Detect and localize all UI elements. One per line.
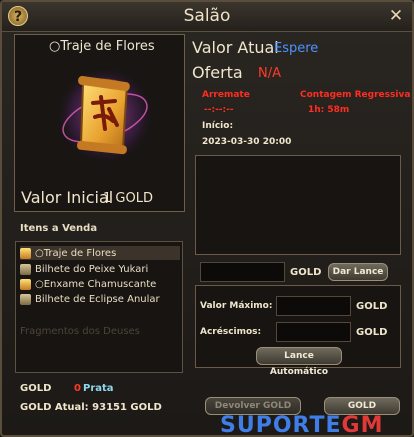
ticket-icon	[20, 293, 31, 305]
item-name: ○Traje de Flores	[49, 39, 155, 54]
bid-input[interactable]	[200, 262, 285, 282]
inicio-label: Início:	[202, 121, 234, 131]
oferta-value: N/A	[258, 66, 281, 81]
list-item-label: ○Enxame Chamuscante	[35, 278, 157, 290]
item-preview-panel: ○Traje de Flores Valor Inicial 1 GOLD	[14, 34, 185, 212]
oferta-label: Oferta	[192, 63, 243, 82]
arremate-label: Arremate	[202, 90, 250, 100]
valor-maximo-gold-unit: GOLD	[356, 301, 388, 312]
list-item[interactable]: Bilhete de Eclipse Anular	[20, 292, 180, 306]
list-item-label: ○Traje de Flores	[35, 247, 117, 259]
valor-inicial-value: 1 GOLD	[103, 191, 153, 206]
contagem-label: Contagem Regressiva	[300, 90, 411, 100]
acrescimos-field[interactable]	[276, 322, 351, 342]
items-for-sale-heading: Itens a Venda	[20, 223, 98, 234]
valor-atual-label: Valor Atual	[192, 38, 279, 57]
acrescimos-label: Acréscimos:	[200, 327, 262, 337]
list-item[interactable]: ○Traje de Flores	[20, 246, 180, 260]
acrescimos-gold-unit: GOLD	[356, 327, 388, 338]
valor-maximo-field[interactable]	[276, 296, 351, 316]
list-item[interactable]: Bilhete do Peixe Yukari	[20, 262, 180, 276]
ticket-icon	[20, 263, 31, 275]
inicio-value: 2023-03-30 20:00	[202, 137, 292, 147]
scroll-icon	[20, 278, 31, 290]
auction-window: ? Salão ✕ ○Traje de Flores Valor Inicial…	[0, 0, 414, 437]
prata-label: Prata	[83, 383, 114, 394]
lance-automatico-button[interactable]: Lance Automático	[256, 347, 342, 377]
valor-atual-value: Espere	[274, 41, 319, 56]
window-title: Salão	[183, 6, 231, 26]
gold-atual: GOLD Atual: 93151 GOLD	[20, 402, 162, 413]
list-item-label: Bilhete de Eclipse Anular	[35, 293, 160, 305]
arremate-value: --:--:--	[204, 105, 234, 115]
watermark: SUPORTEGM	[220, 413, 383, 437]
list-item-label: Bilhete do Peixe Yukari	[35, 263, 149, 275]
auto-bid-panel: Valor Máximo: GOLD Acréscimos: GOLD Lanc…	[195, 285, 401, 377]
valor-maximo-label: Valor Máximo:	[200, 301, 273, 311]
contagem-value: 1h: 58m	[308, 105, 350, 115]
list-item[interactable]: ○Enxame Chamuscante	[20, 277, 180, 291]
auction-log-box	[195, 155, 401, 255]
scroll-icon	[20, 247, 31, 259]
dar-lance-button[interactable]: Dar Lance	[328, 263, 388, 281]
close-icon[interactable]: ✕	[386, 6, 406, 26]
title-bar: ? Salão ✕	[2, 2, 412, 32]
watermark-red: GM	[341, 413, 384, 437]
gold-label: GOLD	[20, 383, 52, 394]
bid-gold-unit: GOLD	[290, 267, 322, 278]
watermark-blue: SUPORTE	[220, 413, 342, 437]
prata-value: 0	[74, 383, 81, 394]
scroll-icon	[55, 65, 155, 165]
items-for-sale-list[interactable]: ○Traje de Flores Bilhete do Peixe Yukari…	[15, 241, 183, 373]
faded-list-text: Fragmentos dos Deuses	[20, 326, 140, 337]
valor-inicial-label: Valor Inicial	[21, 188, 114, 207]
